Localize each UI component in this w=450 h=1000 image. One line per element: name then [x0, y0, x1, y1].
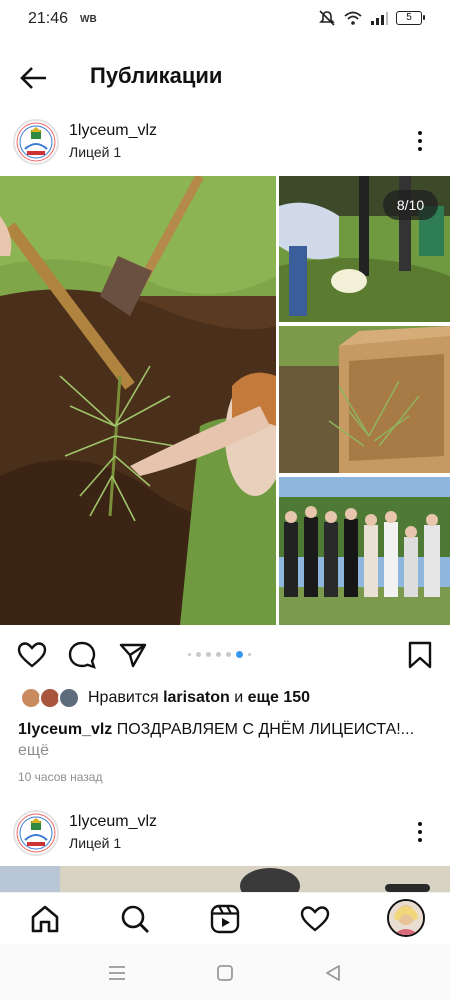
arrow-left-icon[interactable]: [18, 62, 50, 94]
carousel-dots: [188, 651, 251, 658]
post-caption: 1lyceum_vlz ПОЗДРАВЛЯЕМ С ДНЁМ ЛИЦЕИСТА!…: [18, 718, 438, 742]
caption-text: ПОЗДРАВЛЯЕМ С ДНЁМ ЛИЦЕИСТА!...: [116, 721, 415, 738]
post-carousel[interactable]: 8/10: [0, 176, 450, 625]
status-bar: 21:46 WB 5: [0, 0, 450, 38]
reels-icon[interactable]: [209, 903, 241, 935]
likes-text: Нравится larisaton и еще 150: [88, 689, 310, 707]
page-title: Публикации: [90, 63, 223, 88]
battery-icon: 5: [396, 11, 425, 25]
likes-prefix: Нравится: [88, 689, 159, 706]
bottom-navigation: [0, 892, 450, 944]
status-icons: 5: [318, 10, 425, 26]
post-username[interactable]: 1lyceum_vlz: [69, 122, 157, 140]
bookmark-icon[interactable]: [405, 640, 435, 670]
back-triangle-icon[interactable]: [322, 962, 344, 984]
mute-icon: [319, 10, 335, 26]
carrier-badge: WB: [80, 14, 97, 25]
profile-avatar[interactable]: [387, 899, 425, 937]
signal-icon: [371, 12, 388, 25]
post-location[interactable]: Лицей 1: [69, 835, 121, 851]
liker-avatars: [20, 687, 80, 711]
likes-user[interactable]: larisaton: [163, 689, 230, 706]
comment-icon[interactable]: [67, 640, 97, 670]
carousel-dot: [196, 652, 201, 657]
likes-row[interactable]: Нравится larisaton и еще 150: [0, 687, 450, 711]
post-username[interactable]: 1lyceum_vlz: [69, 813, 157, 831]
menu-icon[interactable]: [106, 962, 128, 984]
caption-username[interactable]: 1lyceum_vlz: [18, 721, 112, 738]
status-time: 21:46: [28, 10, 69, 27]
wifi-icon: [344, 11, 362, 25]
more-options-icon[interactable]: [412, 818, 428, 848]
likes-others[interactable]: еще 150: [248, 689, 310, 706]
carousel-dot: [216, 652, 221, 657]
carousel-dot: [188, 653, 191, 656]
post-timestamp: 10 часов назад: [18, 770, 103, 784]
post-header: 1lyceum_vlz Лицей 1: [0, 804, 450, 862]
lyceum-logo-avatar[interactable]: [13, 810, 59, 856]
photo-seedlings-box: [279, 326, 450, 473]
post-location[interactable]: Лицей 1: [69, 144, 121, 160]
likes-connector: и: [234, 689, 244, 706]
next-post-photo[interactable]: [0, 866, 450, 892]
post-header: 1lyceum_vlz Лицей 1: [0, 113, 450, 171]
photo-watering: 8/10: [279, 176, 450, 322]
carousel-dot: [206, 652, 211, 657]
more-options-icon[interactable]: [412, 127, 428, 157]
share-icon[interactable]: [118, 640, 148, 670]
post-actions: [0, 636, 450, 676]
home-square-icon[interactable]: [214, 962, 236, 984]
photo-group-students: [279, 477, 450, 625]
carousel-counter: 8/10: [383, 190, 438, 220]
photo-tree-planting: [0, 176, 276, 625]
carousel-dot-active: [236, 651, 243, 658]
search-icon[interactable]: [119, 903, 151, 935]
home-icon[interactable]: [29, 903, 61, 935]
heart-icon[interactable]: [299, 903, 331, 935]
app-header: Публикации: [0, 52, 450, 102]
heart-icon[interactable]: [17, 640, 47, 670]
liker-avatar: [58, 687, 80, 709]
caption-more-link[interactable]: ещё: [18, 742, 49, 760]
system-navigation-bar: [0, 944, 450, 1000]
lyceum-logo-avatar[interactable]: [13, 119, 59, 165]
carousel-dot: [226, 652, 231, 657]
carousel-dot: [248, 653, 251, 656]
